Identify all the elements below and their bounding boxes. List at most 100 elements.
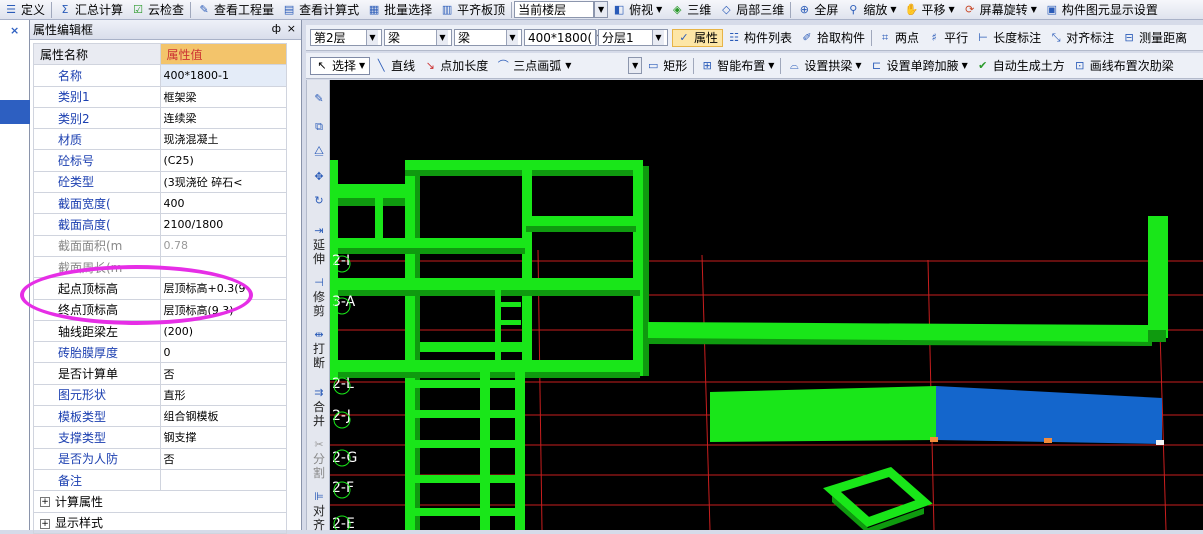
table-row[interactable]: 砼类型 (3现浇砼 碎石< xyxy=(33,170,287,194)
table-row[interactable]: 名称 400*1800-1 xyxy=(33,64,287,87)
group-display-style[interactable]: + 显示样式 xyxy=(33,511,287,534)
table-row[interactable]: 模板类型 组合钢模板 xyxy=(33,405,287,428)
beam[interactable] xyxy=(330,238,525,248)
beam[interactable] xyxy=(633,166,643,376)
local-3d-button[interactable]: ◇ 局部三维 xyxy=(715,1,788,19)
component-display-button[interactable]: ▣ 构件图元显示设置 xyxy=(1041,1,1162,19)
drawing-canvas[interactable]: 2-I 3-A 2-L 2-J 2-G 2-F 2-E xyxy=(330,80,1203,530)
flush-slab-top-button[interactable]: ▥ 平齐板顶 xyxy=(436,1,509,19)
zoom-button[interactable]: ⚲ 缩放 ▼ xyxy=(842,1,900,19)
view-quantity-button[interactable]: ✎ 查看工程量 xyxy=(193,1,278,19)
component-subtype-select[interactable]: 梁 ▼ xyxy=(454,29,522,46)
selected-beam[interactable] xyxy=(710,386,1164,445)
prop-value-input[interactable]: 现浇混凝土 xyxy=(159,128,287,151)
table-row[interactable]: 类别1 框架梁 xyxy=(33,85,287,108)
prop-value-input[interactable]: 层顶标高+0.3(9 xyxy=(159,277,287,300)
pit-ring[interactable] xyxy=(823,466,933,530)
three-d-button[interactable]: ◈ 三维 xyxy=(666,1,715,19)
selected-tree-row[interactable] xyxy=(0,100,30,124)
component-list-button[interactable]: ☷ 构件列表 xyxy=(723,29,796,47)
define-button[interactable]: ☰ 定义 xyxy=(0,1,49,19)
table-row[interactable]: 轴线距梁左 (200) xyxy=(33,319,287,343)
pick-component-button[interactable]: ✐ 拾取构件 xyxy=(796,29,869,47)
expand-icon[interactable]: + xyxy=(40,518,50,529)
table-row[interactable]: 材质 现浇混凝土 xyxy=(33,128,287,151)
beam-segment-blue[interactable] xyxy=(936,386,1162,444)
prop-value-input[interactable] xyxy=(159,468,287,492)
beam[interactable] xyxy=(410,475,520,483)
layer-select[interactable]: 分层1 ▼ xyxy=(598,29,668,46)
auto-earthwork-button[interactable]: ✔ 自动生成土方 xyxy=(972,57,1069,75)
group-row[interactable]: + 显示样式 xyxy=(33,511,287,534)
prop-value-input[interactable]: 钢支撑 xyxy=(159,426,287,449)
table-row[interactable]: 起点顶标高 层顶标高+0.3(9 xyxy=(33,277,287,300)
table-row[interactable]: 图元形状 直形 xyxy=(33,383,287,407)
rotate-tool[interactable]: ↻ xyxy=(309,194,329,208)
length-dim-button[interactable]: ⊢ 长度标注 xyxy=(972,29,1045,47)
beam[interactable] xyxy=(526,216,636,226)
prop-value-input[interactable]: 层顶标高(9.3) xyxy=(159,298,287,321)
prop-value-input[interactable]: 连续梁 xyxy=(159,106,287,130)
draw-secondary-rebar-button[interactable]: ⊡ 画线布置次肋梁 xyxy=(1069,57,1178,75)
beam[interactable] xyxy=(496,302,521,307)
rectangle-button[interactable]: ▭ 矩形 xyxy=(642,57,691,75)
table-row[interactable]: 砖胎膜厚度 0 xyxy=(33,341,287,364)
full-screen-button[interactable]: ⊕ 全屏 xyxy=(793,1,842,19)
copy-tool[interactable]: ⧉ xyxy=(309,120,329,134)
group-calc-props[interactable]: + 计算属性 xyxy=(33,490,287,513)
table-row[interactable]: 备注 xyxy=(33,468,287,492)
grip-point[interactable] xyxy=(1156,440,1164,445)
beam[interactable] xyxy=(410,380,520,388)
smart-layout-button[interactable]: ⊞ 智能布置 ▼ xyxy=(696,57,778,75)
floor-dropdown-arrow[interactable]: ▼ xyxy=(594,1,609,18)
close-icon[interactable]: × xyxy=(10,24,19,37)
table-row[interactable]: 截面宽度(400 xyxy=(33,192,287,215)
beam[interactable] xyxy=(522,168,532,368)
summary-calc-button[interactable]: Σ 汇总计算 xyxy=(54,1,127,19)
move-tool[interactable]: ✥ xyxy=(309,170,329,184)
beam-segment-green[interactable] xyxy=(710,386,936,442)
measure-dist-button[interactable]: ⊟ 测量距离 xyxy=(1118,29,1191,47)
pen-tool[interactable]: ✎ xyxy=(309,92,329,106)
pin-icon[interactable]: ф xyxy=(272,22,281,35)
trim-tool[interactable]: ⊣ 修剪 xyxy=(309,276,329,318)
table-row[interactable]: 终点顶标高 层顶标高(9.3) xyxy=(33,298,287,321)
prop-value-input[interactable]: 否 xyxy=(159,447,287,470)
table-row[interactable]: 是否为人防否 xyxy=(33,447,287,470)
beam[interactable] xyxy=(375,185,383,245)
prop-value-input[interactable]: (3现浇砼 碎石< xyxy=(159,170,287,194)
beam[interactable] xyxy=(1148,216,1168,338)
close-icon[interactable]: × xyxy=(287,22,296,35)
prop-value-input[interactable]: 组合钢模板 xyxy=(159,405,287,428)
prop-value-input[interactable]: (200) xyxy=(159,319,287,343)
line-button[interactable]: ╲ 直线 xyxy=(370,57,419,75)
two-points-button[interactable]: ⌗ 两点 xyxy=(874,29,923,47)
beam[interactable] xyxy=(410,440,520,448)
align-dim-button[interactable]: ⤡ 对齐标注 xyxy=(1045,29,1118,47)
beam[interactable] xyxy=(420,342,530,352)
prop-value-input[interactable]: (C25) xyxy=(159,149,287,172)
prop-value-input[interactable]: 框架梁 xyxy=(159,85,287,108)
cloud-check-button[interactable]: ☑ 云检查 xyxy=(127,1,188,19)
prop-value-input[interactable]: 400*1800-1 xyxy=(159,64,287,87)
prop-value-input[interactable]: 直形 xyxy=(159,383,287,407)
prop-value-input[interactable]: 400 xyxy=(159,192,287,215)
beam[interactable] xyxy=(410,410,520,418)
extend-tool[interactable]: ⇥ 延伸 xyxy=(309,224,329,266)
set-arch-beam-button[interactable]: ⌓ 设置拱梁 ▼ xyxy=(783,57,865,75)
three-point-arc-button[interactable]: ⌒ 三点画弧 ▼ xyxy=(492,57,628,75)
break-tool[interactable]: ⇹ 打断 xyxy=(309,328,329,370)
beam[interactable] xyxy=(330,278,640,290)
align-tool[interactable]: ⊫ 对齐 xyxy=(309,490,329,532)
view-formula-button[interactable]: ▤ 查看计算式 xyxy=(278,1,363,19)
properties-button[interactable]: ✓ 属性 xyxy=(672,28,724,47)
beam[interactable] xyxy=(515,365,525,530)
component-type-select[interactable]: 梁 ▼ xyxy=(384,29,452,46)
long-beam[interactable] xyxy=(648,318,1165,342)
arc-options-arrow[interactable]: ▼ xyxy=(628,57,643,74)
prop-value-input[interactable]: 0 xyxy=(159,341,287,364)
point-add-length-button[interactable]: ↘ 点加长度 xyxy=(419,57,492,75)
screen-rotate-button[interactable]: ⟳ 屏幕旋转 ▼ xyxy=(959,1,1041,19)
model-view[interactable]: 2-I 3-A 2-L 2-J 2-G 2-F 2-E xyxy=(330,80,1203,530)
group-row[interactable]: + 计算属性 xyxy=(33,490,287,513)
